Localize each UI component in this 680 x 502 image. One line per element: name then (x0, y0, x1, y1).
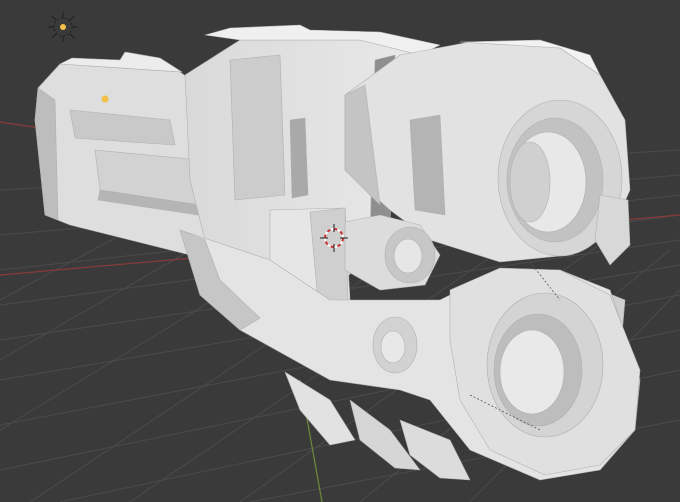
mesh-lower-cylinder-bore (499, 329, 565, 415)
light-icon[interactable] (48, 12, 78, 42)
mesh-center-side-shade-2 (289, 117, 309, 199)
light-origin-dot (101, 95, 109, 103)
3d-viewport[interactable] (0, 0, 680, 502)
mesh-main-cylinder-bore-shadow (509, 141, 551, 223)
mesh-center-side-shade (229, 54, 286, 201)
mesh-main-cylinder-stripe (409, 114, 446, 216)
mesh-lower-small-ring-bore (380, 330, 406, 364)
mesh-small-cylinder-bore (393, 238, 423, 274)
